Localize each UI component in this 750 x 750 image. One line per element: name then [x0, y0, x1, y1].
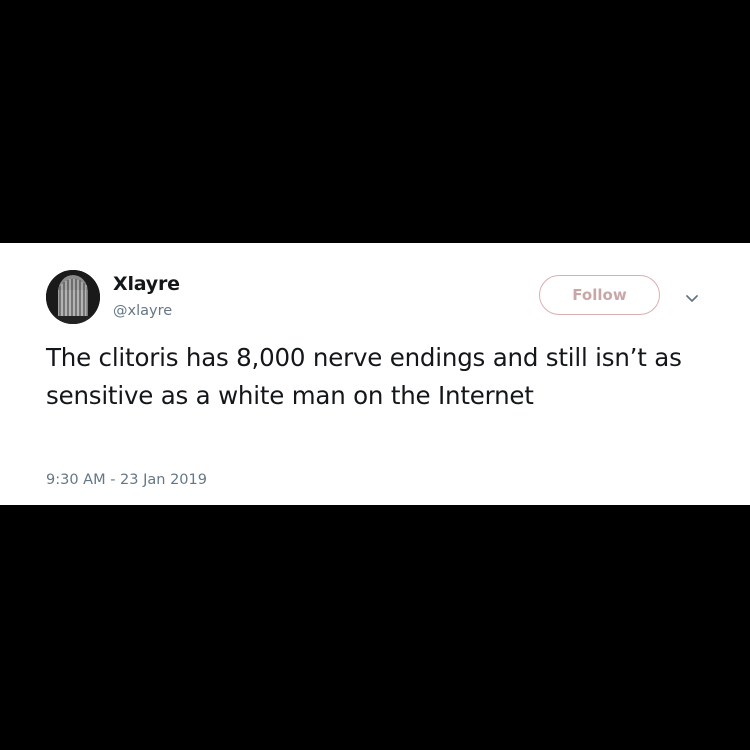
user-handle[interactable]: @xlayre	[113, 303, 172, 319]
tweet-card: Xlayre @xlayre Follow The clitoris has 8…	[0, 243, 750, 505]
page: Xlayre @xlayre Follow The clitoris has 8…	[0, 0, 750, 750]
tweet-timestamp[interactable]: 9:30 AM - 23 Jan 2019	[46, 472, 207, 488]
chevron-down-icon[interactable]	[684, 290, 700, 302]
avatar[interactable]	[46, 270, 100, 324]
follow-button[interactable]: Follow	[539, 275, 660, 315]
display-name[interactable]: Xlayre	[113, 273, 180, 295]
profile-photo-icon	[46, 270, 100, 324]
tweet-text: The clitoris has 8,000 nerve endings and…	[46, 343, 682, 410]
